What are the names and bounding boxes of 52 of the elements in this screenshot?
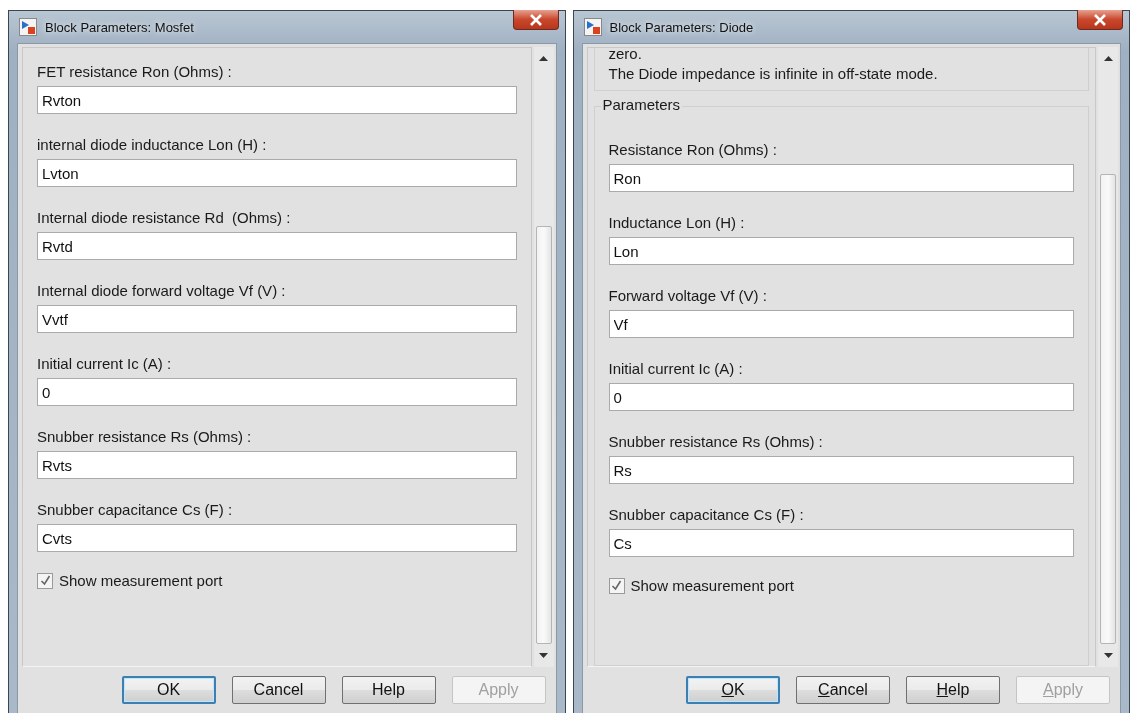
scroll-up-icon[interactable] <box>539 56 548 61</box>
input-field[interactable]: Vvtf <box>37 305 517 333</box>
dialog-button[interactable]: OK <box>121 676 216 704</box>
scroll-down-icon[interactable] <box>539 653 548 658</box>
field-label: Internal diode resistance Rd (Ohms) : <box>37 208 292 228</box>
field-label: Snubber resistance Rs (Ohms) : <box>608 432 824 452</box>
input-field[interactable]: Lvton <box>37 159 517 187</box>
input-field[interactable]: Rvtd <box>37 232 517 260</box>
input-field[interactable]: Rvts <box>37 451 517 479</box>
field-label: Internal diode forward voltage Vf (V) : <box>37 281 287 301</box>
field-label: Snubber resistance Rs (Ohms) : <box>37 427 253 447</box>
app-icon <box>19 18 37 36</box>
input-field[interactable]: Rs <box>608 456 1074 484</box>
description-text: zero. <box>608 48 643 64</box>
field-label: Inductance Lon (H) : <box>608 213 746 233</box>
dialog-button[interactable]: Cancel <box>231 676 326 704</box>
input-field[interactable]: 0 <box>608 383 1074 411</box>
scroll-up-icon[interactable] <box>1103 56 1113 61</box>
close-icon <box>1093 13 1107 26</box>
input-field[interactable]: Rvton <box>37 86 517 114</box>
field-label: internal diode inductance Lon (H) : <box>37 135 268 155</box>
dialog-button[interactable]: OK <box>686 676 780 704</box>
checkbox-label: Show measurement port <box>630 577 794 594</box>
input-field[interactable]: Lon <box>608 237 1074 265</box>
checkbox-label: Show measurement port <box>59 572 223 589</box>
field-label: Resistance Ron (Ohms) : <box>608 140 778 160</box>
checkbox[interactable] <box>37 572 53 589</box>
close-button[interactable] <box>512 10 559 30</box>
scrollbar[interactable] <box>1098 47 1118 667</box>
dialog-button[interactable]: Help <box>341 676 436 704</box>
field-label: Snubber capacitance Cs (F) : <box>608 505 805 525</box>
field-label: Snubber capacitance Cs (F) : <box>37 500 234 520</box>
input-field[interactable]: Cs <box>608 529 1074 557</box>
scroll-down-icon[interactable] <box>1103 653 1113 658</box>
scrollbar[interactable] <box>533 47 554 667</box>
field-label: FET resistance Ron (Ohms) : <box>37 62 233 82</box>
app-icon <box>583 18 602 36</box>
field-label: Initial current Ic (A) : <box>608 359 744 379</box>
window-title: Block Parameters: Diode <box>609 19 754 35</box>
dialog-button[interactable]: Help <box>906 676 1000 704</box>
checkbox[interactable] <box>608 577 625 594</box>
input-field[interactable]: 0 <box>37 378 517 406</box>
window-title: Block Parameters: Mosfet <box>45 19 194 35</box>
field-label: Forward voltage Vf (V) : <box>608 286 768 306</box>
field-label: Initial current Ic (A) : <box>37 354 173 374</box>
input-field[interactable]: Vf <box>608 310 1074 338</box>
input-field[interactable]: Cvts <box>37 524 517 552</box>
dialog-button[interactable]: Cancel <box>796 676 890 704</box>
input-field[interactable]: Ron <box>608 164 1074 192</box>
close-icon <box>528 13 543 26</box>
close-button[interactable] <box>1077 10 1123 30</box>
description-text: The Diode impedance is infinite in off-state mode. <box>608 64 939 84</box>
